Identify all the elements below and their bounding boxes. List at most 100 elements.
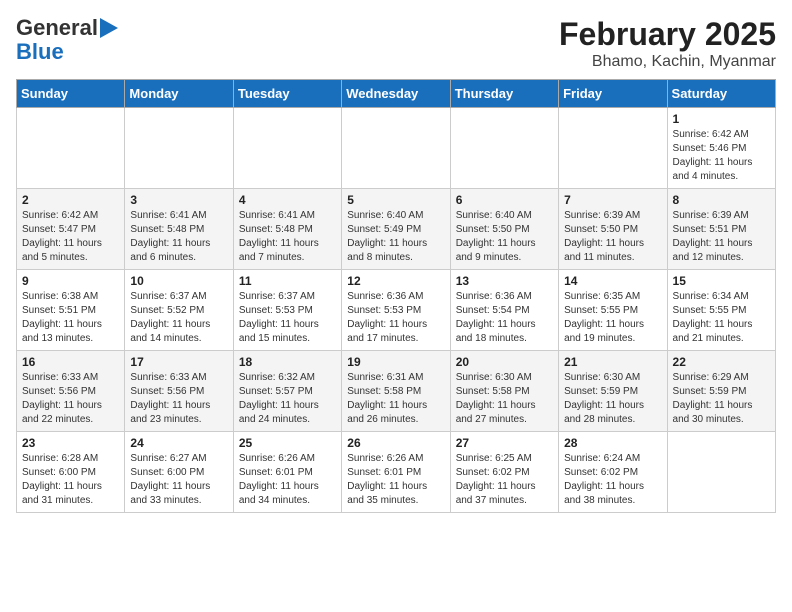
calendar-cell-w2-d5: 6Sunrise: 6:40 AM Sunset: 5:50 PM Daylig… — [450, 189, 558, 270]
calendar-cell-w1-d6 — [559, 108, 667, 189]
page-header: General Blue February 2025 Bhamo, Kachin… — [16, 16, 776, 71]
calendar-cell-w4-d5: 20 Sunrise: 6:30 AM Sunset: 5:58 PM Dayli… — [450, 351, 558, 432]
calendar-cell-w1-d3 — [233, 108, 341, 189]
location-subtitle: Bhamo, Kachin, Myanmar — [559, 53, 776, 71]
day-info: Sunrise: 6:36 AM Sunset: 5:53 PM Dayligh… — [347, 290, 444, 346]
col-thursday: Thursday — [450, 80, 558, 108]
calendar-cell-w2-d2: 3 Sunrise: 6:41 AM Sunset: 5:48 PM Daylig… — [125, 189, 233, 270]
day-number: 5 — [347, 193, 444, 207]
day-number: 17 — [130, 355, 227, 369]
day-number: 11 — [239, 274, 336, 288]
day-info: Sunrise: 6:39 AM Sunset: 5:50 PM Dayligh… — [564, 209, 661, 265]
calendar-cell-w3-d2: 10Sunrise: 6:37 AM Sunset: 5:52 PM Dayli… — [125, 270, 233, 351]
calendar-cell-w2-d3: 4 Sunrise: 6:41 AM Sunset: 5:48 PM Daylig… — [233, 189, 341, 270]
logo: General Blue — [16, 16, 118, 64]
calendar-table: Sunday Monday Tuesday Wednesday Thursday… — [16, 79, 776, 513]
day-info: Sunrise: 6:32 AM Sunset: 5:57 PM Dayligh… — [239, 371, 336, 427]
day-info: Sunrise: 6:42 AM Sunset: 5:47 PM Dayligh… — [22, 209, 119, 265]
day-number: 24 — [130, 436, 227, 450]
col-tuesday: Tuesday — [233, 80, 341, 108]
calendar-cell-w2-d6: 7 Sunrise: 6:39 AM Sunset: 5:50 PM Daylig… — [559, 189, 667, 270]
day-info: Sunrise: 6:25 AM Sunset: 6:02 PM Dayligh… — [456, 452, 553, 508]
day-number: 27 — [456, 436, 553, 450]
calendar-cell-w3-d3: 11Sunrise: 6:37 AM Sunset: 5:53 PM Dayli… — [233, 270, 341, 351]
calendar-cell-w3-d6: 14Sunrise: 6:35 AM Sunset: 5:55 PM Dayli… — [559, 270, 667, 351]
calendar-cell-w5-d7 — [667, 432, 775, 513]
calendar-cell-w3-d5: 13Sunrise: 6:36 AM Sunset: 5:54 PM Dayli… — [450, 270, 558, 351]
day-info: Sunrise: 6:29 AM Sunset: 5:59 PM Dayligh… — [673, 371, 770, 427]
calendar-week-1: 1Sunrise: 6:42 AM Sunset: 5:46 PM Daylig… — [17, 108, 776, 189]
calendar-cell-w1-d7: 1Sunrise: 6:42 AM Sunset: 5:46 PM Daylig… — [667, 108, 775, 189]
calendar-cell-w3-d1: 9 Sunrise: 6:38 AM Sunset: 5:51 PM Daylig… — [17, 270, 125, 351]
day-info: Sunrise: 6:30 AM Sunset: 5:58 PM Dayligh… — [456, 371, 553, 427]
col-friday: Friday — [559, 80, 667, 108]
title-block: February 2025 Bhamo, Kachin, Myanmar — [559, 16, 776, 71]
day-info: Sunrise: 6:24 AM Sunset: 6:02 PM Dayligh… — [564, 452, 661, 508]
calendar-cell-w4-d1: 16 Sunrise: 6:33 AM Sunset: 5:56 PM Dayli… — [17, 351, 125, 432]
day-number: 12 — [347, 274, 444, 288]
calendar-week-2: 2 Sunrise: 6:42 AM Sunset: 5:47 PM Daylig… — [17, 189, 776, 270]
calendar-week-4: 16 Sunrise: 6:33 AM Sunset: 5:56 PM Dayli… — [17, 351, 776, 432]
calendar-cell-w5-d1: 23 Sunrise: 6:28 AM Sunset: 6:00 PM Dayli… — [17, 432, 125, 513]
day-number: 15 — [673, 274, 770, 288]
logo-text-blue: Blue — [16, 40, 64, 64]
day-number: 3 — [130, 193, 227, 207]
day-info: Sunrise: 6:30 AM Sunset: 5:59 PM Dayligh… — [564, 371, 661, 427]
day-number: 22 — [673, 355, 770, 369]
day-info: Sunrise: 6:41 AM Sunset: 5:48 PM Dayligh… — [130, 209, 227, 265]
calendar-cell-w4-d7: 22 Sunrise: 6:29 AM Sunset: 5:59 PM Dayli… — [667, 351, 775, 432]
day-number: 28 — [564, 436, 661, 450]
calendar-cell-w5-d6: 28 Sunrise: 6:24 AM Sunset: 6:02 PM Dayli… — [559, 432, 667, 513]
day-number: 4 — [239, 193, 336, 207]
day-info: Sunrise: 6:27 AM Sunset: 6:00 PM Dayligh… — [130, 452, 227, 508]
calendar-cell-w5-d3: 25Sunrise: 6:26 AM Sunset: 6:01 PM Dayli… — [233, 432, 341, 513]
calendar-cell-w4-d4: 19Sunrise: 6:31 AM Sunset: 5:58 PM Dayli… — [342, 351, 450, 432]
day-info: Sunrise: 6:37 AM Sunset: 5:52 PM Dayligh… — [130, 290, 227, 346]
calendar-cell-w3-d4: 12 Sunrise: 6:36 AM Sunset: 5:53 PM Dayli… — [342, 270, 450, 351]
calendar-cell-w3-d7: 15Sunrise: 6:34 AM Sunset: 5:55 PM Dayli… — [667, 270, 775, 351]
calendar-week-3: 9 Sunrise: 6:38 AM Sunset: 5:51 PM Daylig… — [17, 270, 776, 351]
calendar-cell-w4-d2: 17 Sunrise: 6:33 AM Sunset: 5:56 PM Dayli… — [125, 351, 233, 432]
day-info: Sunrise: 6:31 AM Sunset: 5:58 PM Dayligh… — [347, 371, 444, 427]
calendar-cell-w2-d4: 5 Sunrise: 6:40 AM Sunset: 5:49 PM Daylig… — [342, 189, 450, 270]
calendar-cell-w5-d4: 26 Sunrise: 6:26 AM Sunset: 6:01 PM Dayli… — [342, 432, 450, 513]
day-number: 25 — [239, 436, 336, 450]
day-number: 8 — [673, 193, 770, 207]
calendar-week-5: 23 Sunrise: 6:28 AM Sunset: 6:00 PM Dayli… — [17, 432, 776, 513]
day-number: 13 — [456, 274, 553, 288]
calendar-cell-w2-d1: 2 Sunrise: 6:42 AM Sunset: 5:47 PM Daylig… — [17, 189, 125, 270]
day-info: Sunrise: 6:33 AM Sunset: 5:56 PM Dayligh… — [130, 371, 227, 427]
col-wednesday: Wednesday — [342, 80, 450, 108]
day-info: Sunrise: 6:33 AM Sunset: 5:56 PM Dayligh… — [22, 371, 119, 427]
calendar-cell-w1-d2 — [125, 108, 233, 189]
day-number: 23 — [22, 436, 119, 450]
day-number: 9 — [22, 274, 119, 288]
day-number: 20 — [456, 355, 553, 369]
day-info: Sunrise: 6:40 AM Sunset: 5:49 PM Dayligh… — [347, 209, 444, 265]
day-info: Sunrise: 6:38 AM Sunset: 5:51 PM Dayligh… — [22, 290, 119, 346]
month-year-title: February 2025 — [559, 16, 776, 53]
day-info: Sunrise: 6:35 AM Sunset: 5:55 PM Dayligh… — [564, 290, 661, 346]
day-number: 18 — [239, 355, 336, 369]
col-monday: Monday — [125, 80, 233, 108]
day-info: Sunrise: 6:26 AM Sunset: 6:01 PM Dayligh… — [347, 452, 444, 508]
logo-text-general: General — [16, 16, 98, 40]
day-number: 1 — [673, 112, 770, 126]
calendar-cell-w1-d4 — [342, 108, 450, 189]
calendar-cell-w5-d5: 27 Sunrise: 6:25 AM Sunset: 6:02 PM Dayli… — [450, 432, 558, 513]
calendar-header-row: Sunday Monday Tuesday Wednesday Thursday… — [17, 80, 776, 108]
calendar-cell-w5-d2: 24 Sunrise: 6:27 AM Sunset: 6:00 PM Dayli… — [125, 432, 233, 513]
logo-arrow-icon — [100, 18, 118, 38]
calendar-cell-w4-d3: 18 Sunrise: 6:32 AM Sunset: 5:57 PM Dayli… — [233, 351, 341, 432]
day-info: Sunrise: 6:28 AM Sunset: 6:00 PM Dayligh… — [22, 452, 119, 508]
day-info: Sunrise: 6:41 AM Sunset: 5:48 PM Dayligh… — [239, 209, 336, 265]
calendar-cell-w2-d7: 8 Sunrise: 6:39 AM Sunset: 5:51 PM Daylig… — [667, 189, 775, 270]
calendar-cell-w1-d1 — [17, 108, 125, 189]
day-info: Sunrise: 6:39 AM Sunset: 5:51 PM Dayligh… — [673, 209, 770, 265]
calendar-cell-w4-d6: 21 Sunrise: 6:30 AM Sunset: 5:59 PM Dayli… — [559, 351, 667, 432]
day-number: 21 — [564, 355, 661, 369]
day-number: 16 — [22, 355, 119, 369]
day-number: 7 — [564, 193, 661, 207]
day-number: 26 — [347, 436, 444, 450]
day-number: 2 — [22, 193, 119, 207]
